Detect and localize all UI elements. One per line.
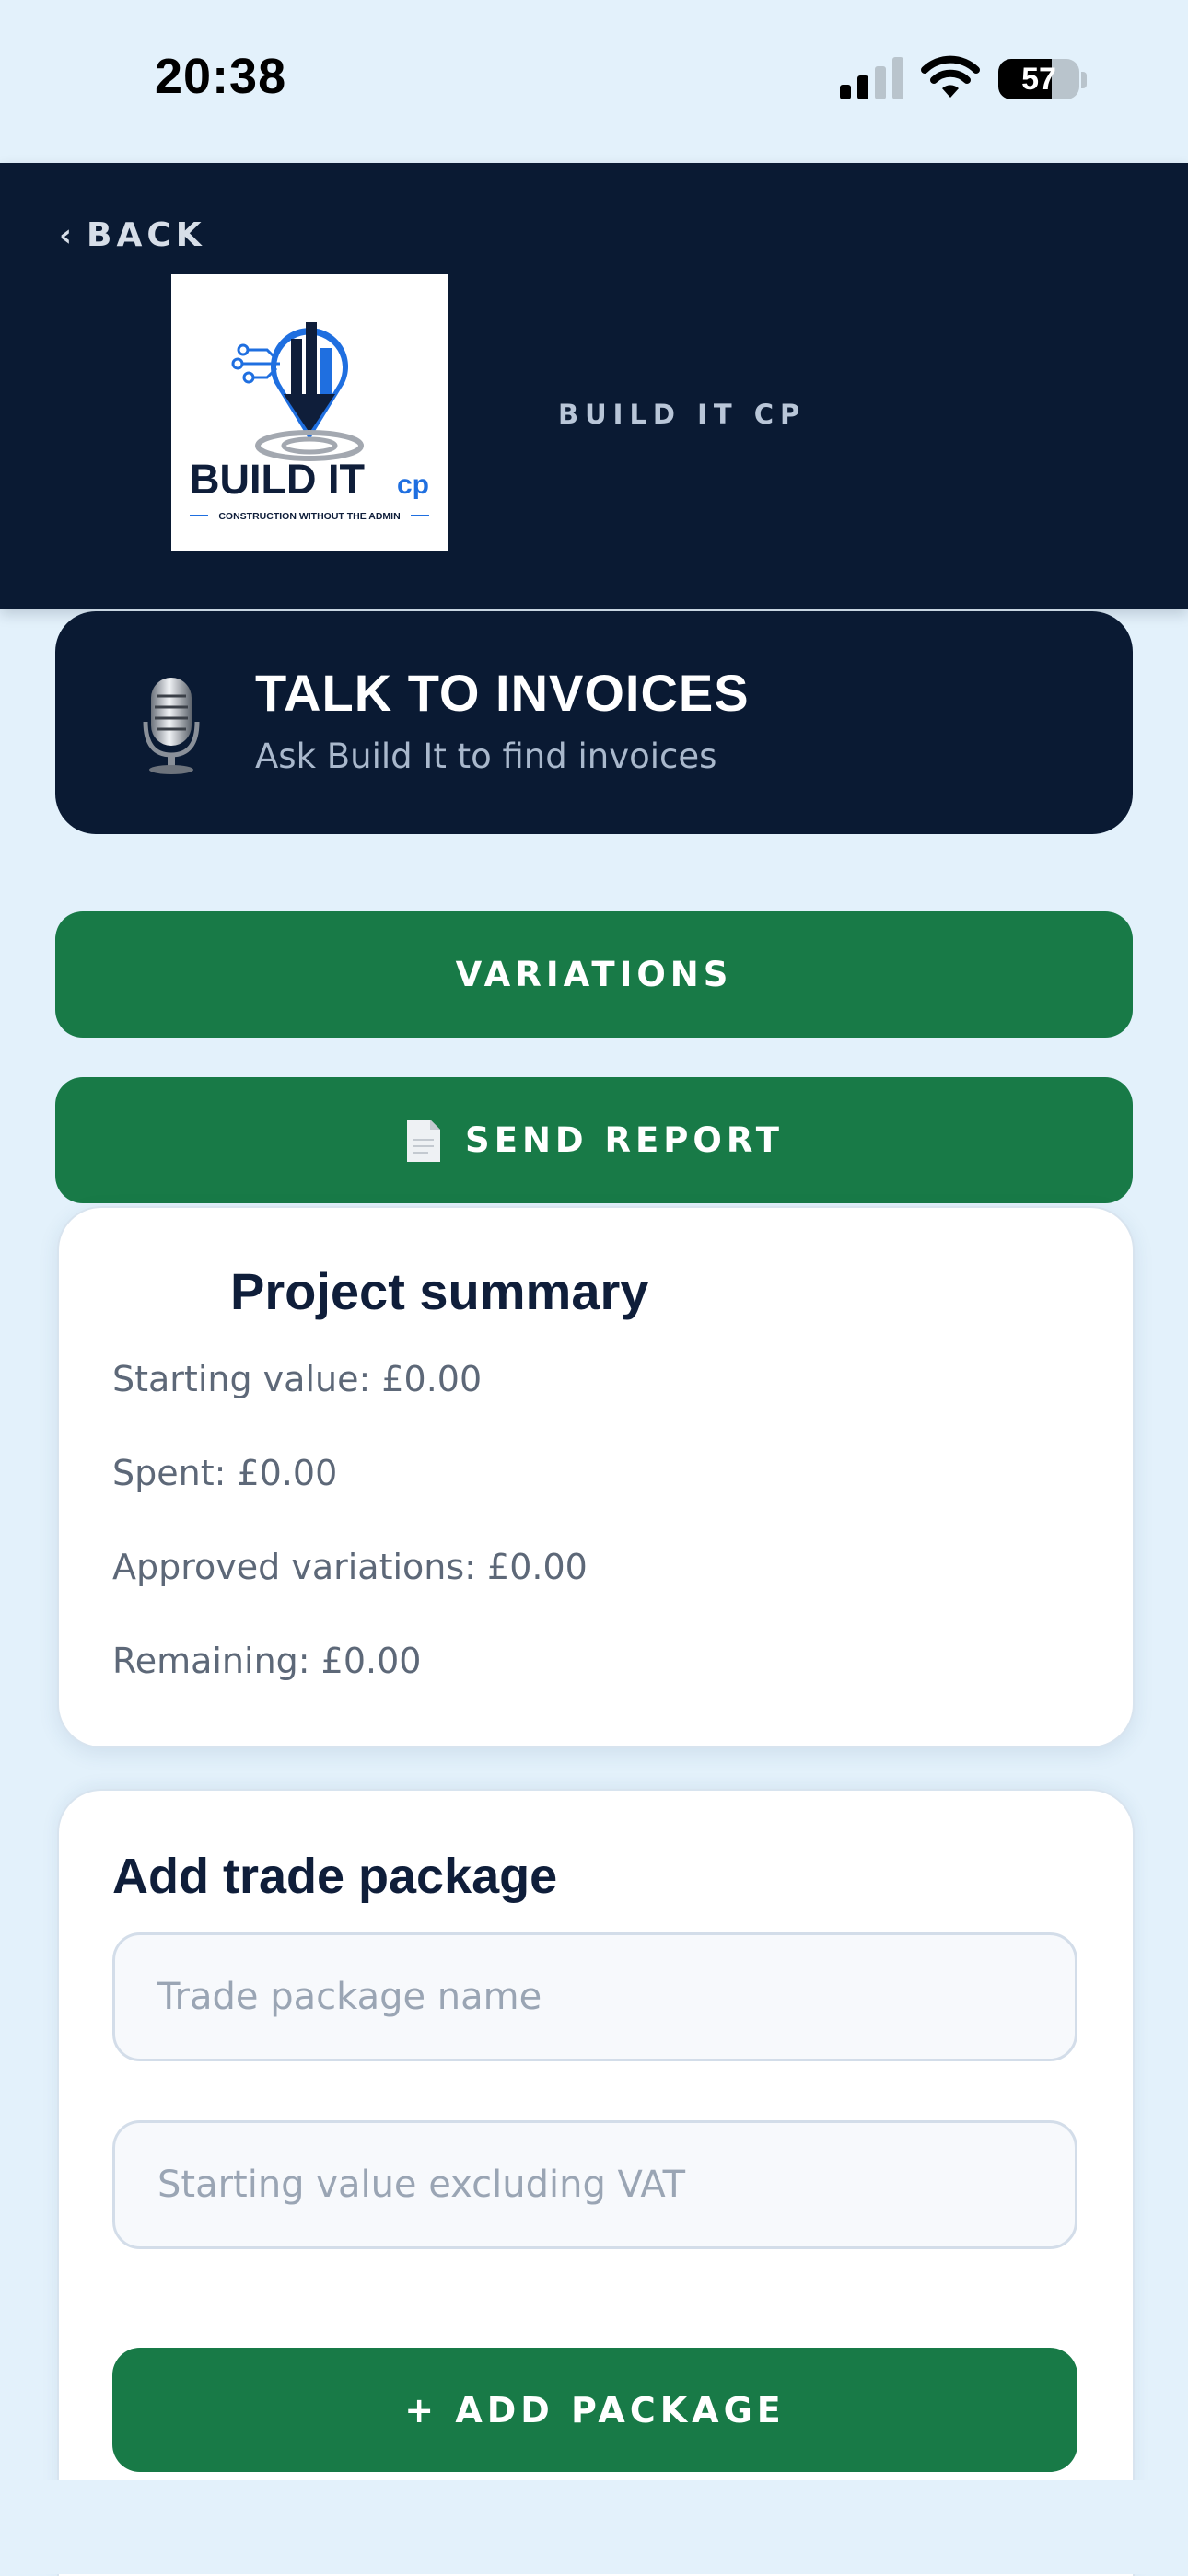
battery-level: 57 (1021, 62, 1056, 97)
remaining-value: Remaining: £0.00 (112, 1641, 422, 1681)
wifi-icon (921, 55, 980, 98)
project-summary-card: Project summary Starting value: £0.00 Sp… (57, 1206, 1135, 1748)
approved-variations-value: Approved variations: £0.00 (112, 1547, 588, 1587)
talk-card-title: TALK TO INVOICES (255, 664, 750, 722)
add-package-label: + ADD PACKAGE (404, 2389, 786, 2431)
variations-button[interactable]: VARIATIONS (55, 911, 1133, 1038)
battery-cap (1081, 72, 1087, 88)
chevron-left-icon: ‹ (59, 216, 73, 254)
add-trade-package-card: Add trade package + ADD PACKAGE (57, 1789, 1135, 2576)
back-label: BACK (87, 216, 206, 254)
bottom-safe-area (0, 2480, 1188, 2574)
app-header: ‹ BACK BUILD IT cp CONSTRUCTION WITHOUT … (0, 163, 1188, 609)
status-time: 20:38 (155, 49, 287, 104)
brand-name: BUILD IT CP (558, 399, 807, 430)
logo-wordmark-suffix: cp (397, 470, 429, 500)
document-icon (407, 1119, 441, 1162)
add-package-title: Add trade package (112, 1849, 558, 1904)
send-report-button[interactable]: SEND REPORT (55, 1077, 1133, 1203)
starting-value-input[interactable] (112, 2120, 1077, 2249)
build-it-logo-icon: BUILD IT cp CONSTRUCTION WITHOUT THE ADM… (190, 322, 429, 522)
signal-icon (840, 57, 903, 99)
trade-package-name-input[interactable] (112, 1932, 1077, 2061)
logo-tagline: CONSTRUCTION WITHOUT THE ADMIN (218, 511, 400, 522)
company-logo: BUILD IT cp CONSTRUCTION WITHOUT THE ADM… (171, 274, 448, 551)
variations-label: VARIATIONS (455, 955, 733, 994)
logo-wordmark: BUILD IT (190, 456, 365, 503)
starting-value: Starting value: £0.00 (112, 1359, 483, 1399)
status-bar: 20:38 57 (0, 0, 1188, 163)
talk-card-subtitle: Ask Build It to find invoices (255, 737, 717, 776)
talk-to-invoices-card[interactable]: TALK TO INVOICES Ask Build It to find in… (55, 611, 1133, 834)
microphone-icon (143, 678, 200, 774)
spent-value: Spent: £0.00 (112, 1453, 338, 1493)
back-button[interactable]: ‹ BACK (59, 216, 206, 254)
add-package-button[interactable]: + ADD PACKAGE (112, 2348, 1077, 2472)
send-report-label: SEND REPORT (465, 1120, 784, 1160)
summary-title: Project summary (230, 1262, 649, 1320)
